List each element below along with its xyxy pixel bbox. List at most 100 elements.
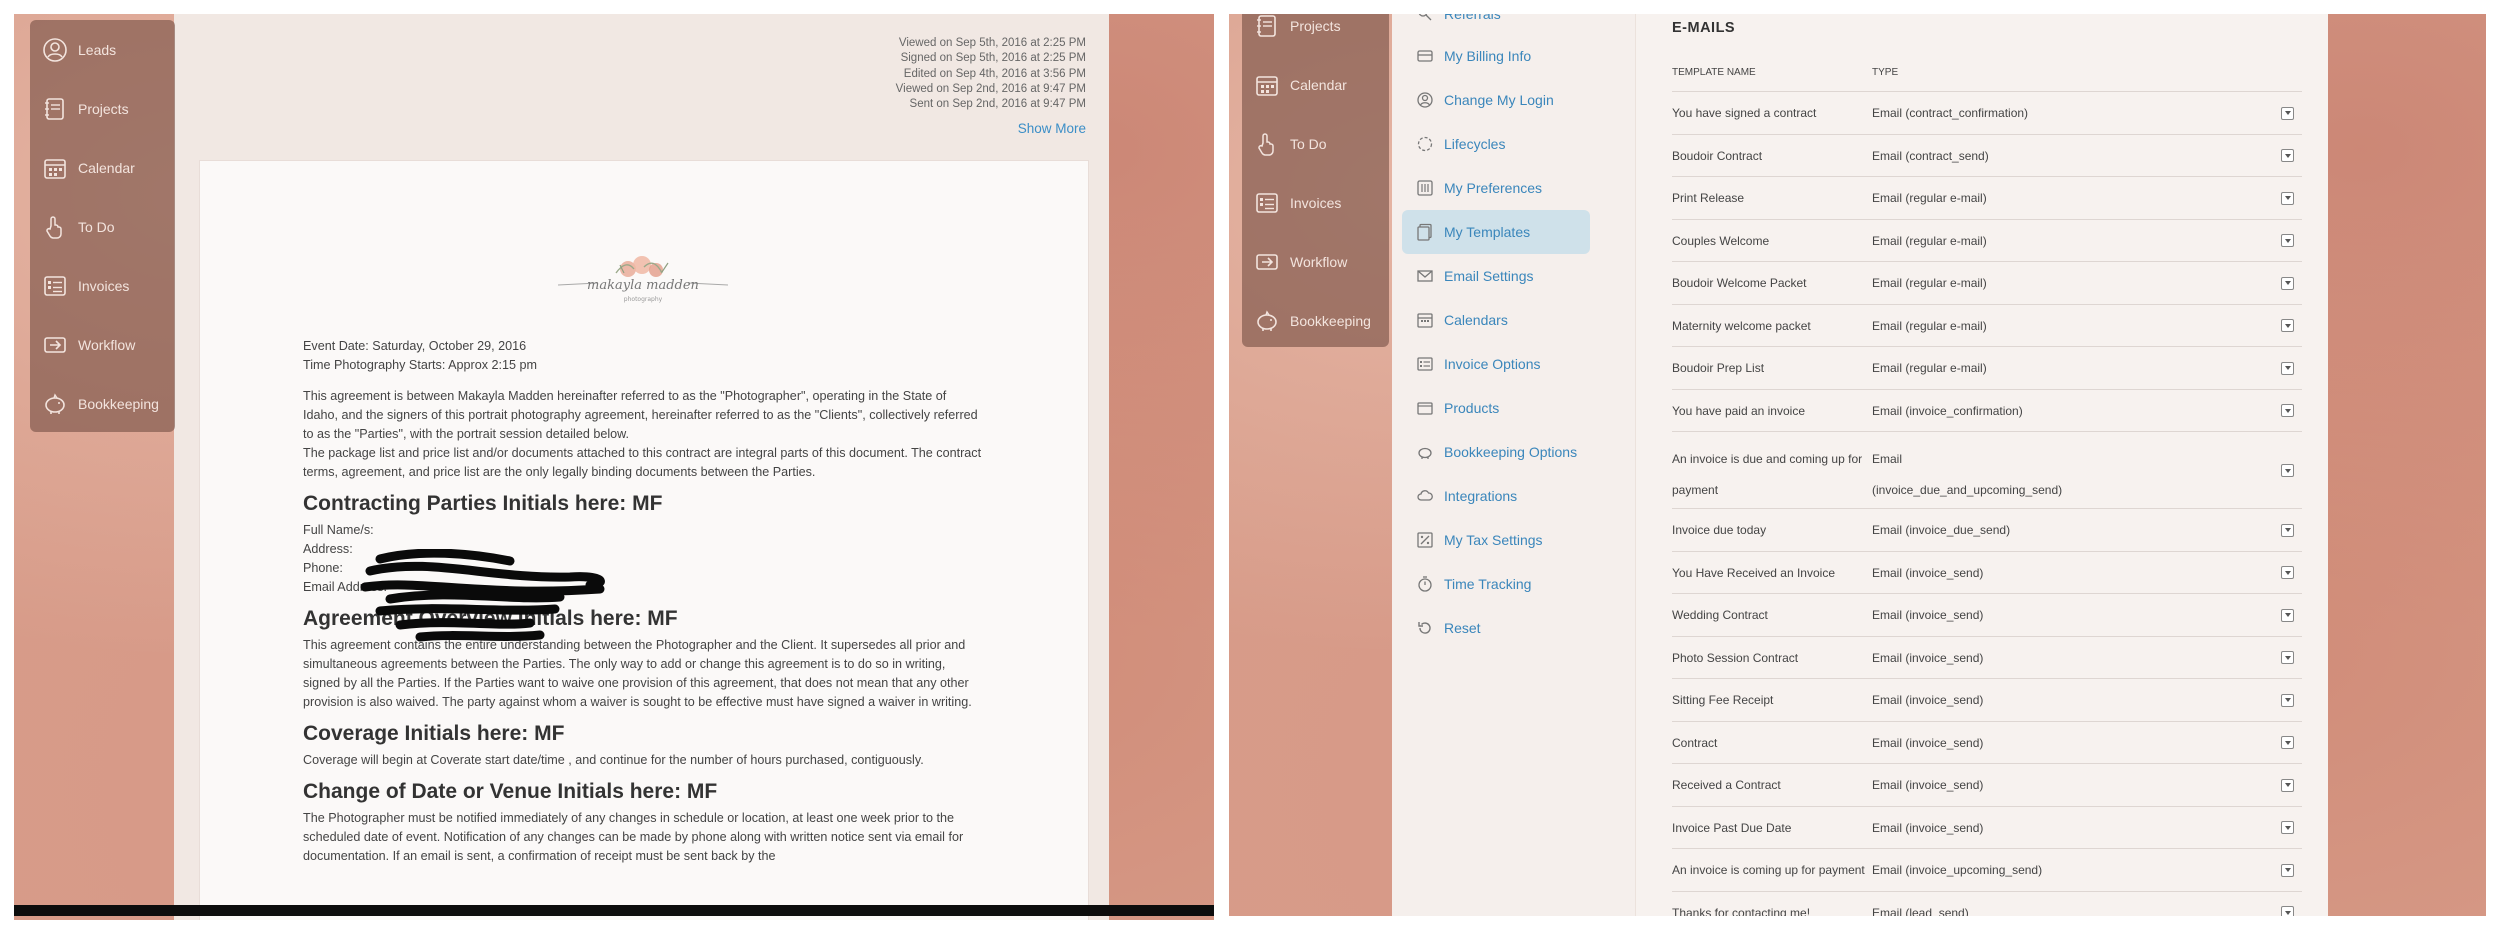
menu-reset[interactable]: Reset [1402,606,1590,650]
nav-leads[interactable]: Leads [30,20,175,79]
template-name: Received a Contract [1672,778,1781,793]
row-dropdown-button[interactable] [2281,693,2294,707]
menu-referrals[interactable]: Referrals [1402,14,1590,36]
menu-bookkeeping-options[interactable]: Bookkeeping Options [1402,430,1590,474]
menu-label: Invoice Options [1444,356,1541,372]
menu-my-templates[interactable]: My Templates [1402,210,1590,254]
row-dropdown-button[interactable] [2281,464,2294,477]
chevron-down-icon [2284,468,2291,473]
preferences-icon [1416,179,1434,197]
coverage-paragraph: Coverage will begin at Coverate start da… [303,753,924,767]
template-type-text: Email (invoice_send) [1872,778,1984,792]
row-dropdown-button[interactable] [2281,234,2294,248]
menu-preferences[interactable]: My Preferences [1402,166,1590,210]
row-dropdown-button[interactable] [2281,608,2294,622]
table-row[interactable]: Boudoir Contract Email (contract_send) [1672,133,2302,177]
template-name: Photo Session Contract [1672,651,1798,666]
menu-change-login[interactable]: Change My Login [1402,78,1590,122]
row-dropdown-button[interactable] [2281,361,2294,375]
row-dropdown-button[interactable] [2281,149,2294,163]
intro-paragraph: This agreement is between Makayla Madden… [303,389,978,441]
row-dropdown-button[interactable] [2281,319,2294,333]
nav-todo[interactable]: To Do [1242,114,1389,173]
template-type-text: Email (invoice_send) [1872,735,1984,750]
template-name: Couples Welcome [1672,234,1769,249]
calendar-icon [42,155,68,181]
table-row[interactable]: Print Release Email (regular e-mail) [1672,176,2302,219]
nav-workflow[interactable]: Workflow [1242,232,1389,291]
templates-icon [1416,223,1434,241]
row-dropdown-button[interactable] [2281,863,2294,877]
menu-billing-info[interactable]: My Billing Info [1402,34,1590,78]
table-row[interactable]: You have paid an invoice Email (invoice_c… [1672,388,2302,432]
nav-projects[interactable]: Projects [30,79,175,138]
table-row[interactable]: Couples Welcome Email (regular e-mail) [1672,218,2302,262]
template-type-text: Email (regular e-mail) [1872,233,1987,248]
row-dropdown-button[interactable] [2281,778,2294,792]
menu-lifecycles[interactable]: Lifecycles [1402,122,1590,166]
template-type: Email (regular e-mail) [1872,361,2122,376]
row-dropdown-button[interactable] [2281,906,2294,916]
template-name-text: Invoice Past Due Date [1672,820,1792,835]
nav-bookkeeping[interactable]: Bookkeeping [1242,291,1389,350]
menu-tax-settings[interactable]: My Tax Settings [1402,518,1590,562]
menu-label: Lifecycles [1444,136,1506,152]
activity-entry: Signed on Sep 5th, 2016 at 2:25 PM [900,52,1086,65]
table-row[interactable]: Received a Contract Email (invoice_send) [1672,763,2302,806]
nav-invoices[interactable]: Invoices [30,256,175,315]
nav-projects[interactable]: Projects [1242,14,1389,55]
row-dropdown-button[interactable] [2281,736,2294,750]
menu-label: My Templates [1444,224,1531,240]
menu-products[interactable]: Products [1402,386,1590,430]
table-row[interactable]: You Have Received an Invoice Email (invoi… [1672,550,2302,594]
table-row[interactable]: Maternity welcome packet Email (regular e… [1672,303,2302,347]
table-row[interactable]: Contract Email (invoice_send) [1672,720,2302,764]
table-row[interactable]: Invoice due today Email (invoice_due_send… [1672,508,2302,551]
nav-bookkeeping[interactable]: Bookkeeping [30,374,175,433]
template-name: An invoice is due and coming up for payme… [1672,444,1862,506]
menu-integrations[interactable]: Integrations [1402,474,1590,518]
section-heading-coverage: Coverage Initials here: MF [303,722,565,745]
table-row[interactable]: Photo Session Contract Email (invoice_sen… [1672,635,2302,679]
table-row[interactable]: Thanks for contacting me! Email (lead_sen… [1672,890,2302,916]
template-type: Email (contract_confirmation) [1872,106,2122,121]
nav-label: Invoices [78,277,130,294]
table-row[interactable]: An invoice is coming up for payment Email… [1672,848,2302,891]
products-icon [1416,399,1434,417]
menu-email-settings[interactable]: Email Settings [1402,254,1590,298]
row-dropdown-button[interactable] [2281,523,2294,537]
template-type-text: Email (invoice_send) [1872,820,1984,835]
table-row[interactable]: Invoice Past Due Date Email (invoice_send… [1672,805,2302,849]
menu-time-tracking[interactable]: Time Tracking [1402,562,1590,606]
row-dropdown-button[interactable] [2281,566,2294,580]
template-type: Email (invoice_send) [1872,651,2122,666]
menu-invoice-options[interactable]: Invoice Options [1402,342,1590,386]
menu-calendars[interactable]: Calendars [1402,298,1590,342]
table-row[interactable]: Boudoir Prep List Email (regular e-mail) [1672,346,2302,389]
template-type-text: Email (invoice_send) [1872,693,1984,707]
menu-label: Email Settings [1444,268,1534,284]
template-type-text: Email (invoice_send) [1872,565,1984,580]
chevron-down-icon [2284,740,2291,745]
template-name: You have paid an invoice [1672,404,1805,419]
table-row[interactable]: Sitting Fee Receipt Email (invoice_send) [1672,678,2302,721]
row-dropdown-button[interactable] [2281,404,2294,418]
row-dropdown-button[interactable] [2281,191,2294,205]
nav-calendar[interactable]: Calendar [30,138,175,197]
nav-invoices[interactable]: Invoices [1242,173,1389,232]
table-row[interactable]: Wedding Contract Email (invoice_send) [1672,593,2302,636]
nav-todo[interactable]: To Do [30,197,175,256]
activity-entry: Edited on Sep 4th, 2016 at 3:56 PM [903,67,1086,80]
table-row[interactable]: An invoice is due and coming up for payme… [1672,431,2302,508]
user-circle-icon [42,37,68,63]
nav-workflow[interactable]: Workflow [30,315,175,374]
chevron-down-icon [2284,570,2291,575]
show-more-link[interactable]: Show More [1018,121,1086,136]
table-row[interactable]: You have signed a contract Email (contrac… [1672,91,2302,134]
row-dropdown-button[interactable] [2281,276,2294,290]
table-row[interactable]: Boudoir Welcome Packet Email (regular e-m… [1672,261,2302,304]
row-dropdown-button[interactable] [2281,106,2294,120]
row-dropdown-button[interactable] [2281,651,2294,665]
nav-calendar[interactable]: Calendar [1242,55,1389,114]
row-dropdown-button[interactable] [2281,821,2294,835]
